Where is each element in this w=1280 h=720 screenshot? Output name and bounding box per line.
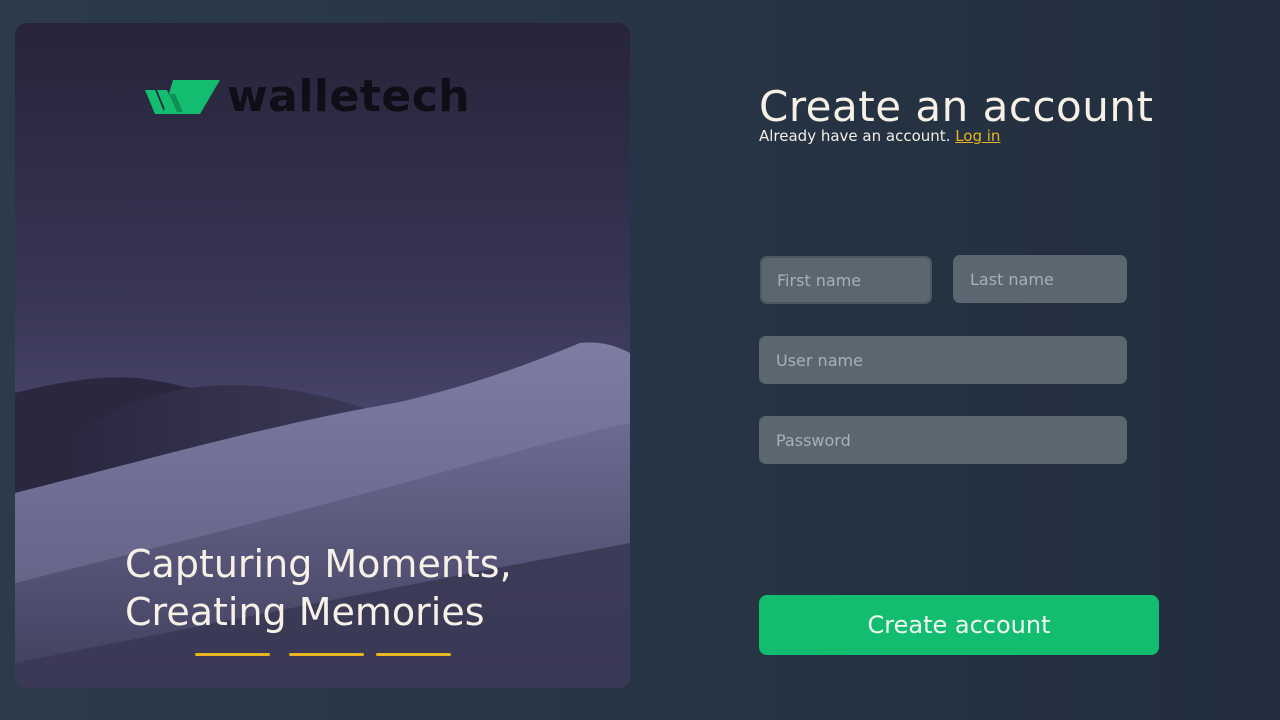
first-name-input[interactable] [760,256,932,304]
walletech-logo: walletech [145,75,470,119]
password-input[interactable] [759,416,1127,464]
user-name-input[interactable] [759,336,1127,384]
login-prompt: Already have an account. Log in [759,126,1000,146]
carousel-indicators [195,653,470,656]
tagline-line-1: Capturing Moments, [125,542,512,586]
brand-name: walletech [227,71,471,122]
hero-panel: walletech Capturing Moments, Creating Me… [15,23,630,688]
login-prompt-text: Already have an account. [759,127,951,145]
create-account-button[interactable]: Create account [759,595,1159,655]
hero-tagline: Capturing Moments, Creating Memories [125,540,585,636]
carousel-indicator-2[interactable] [289,653,364,656]
walletech-logo-icon [145,80,220,114]
last-name-input[interactable] [953,255,1127,303]
carousel-indicator-3[interactable] [376,653,451,656]
carousel-indicator-1[interactable] [195,653,270,656]
page-title: Create an account [759,82,1154,131]
login-link[interactable]: Log in [955,127,1000,145]
tagline-line-2: Creating Memories [125,590,485,634]
